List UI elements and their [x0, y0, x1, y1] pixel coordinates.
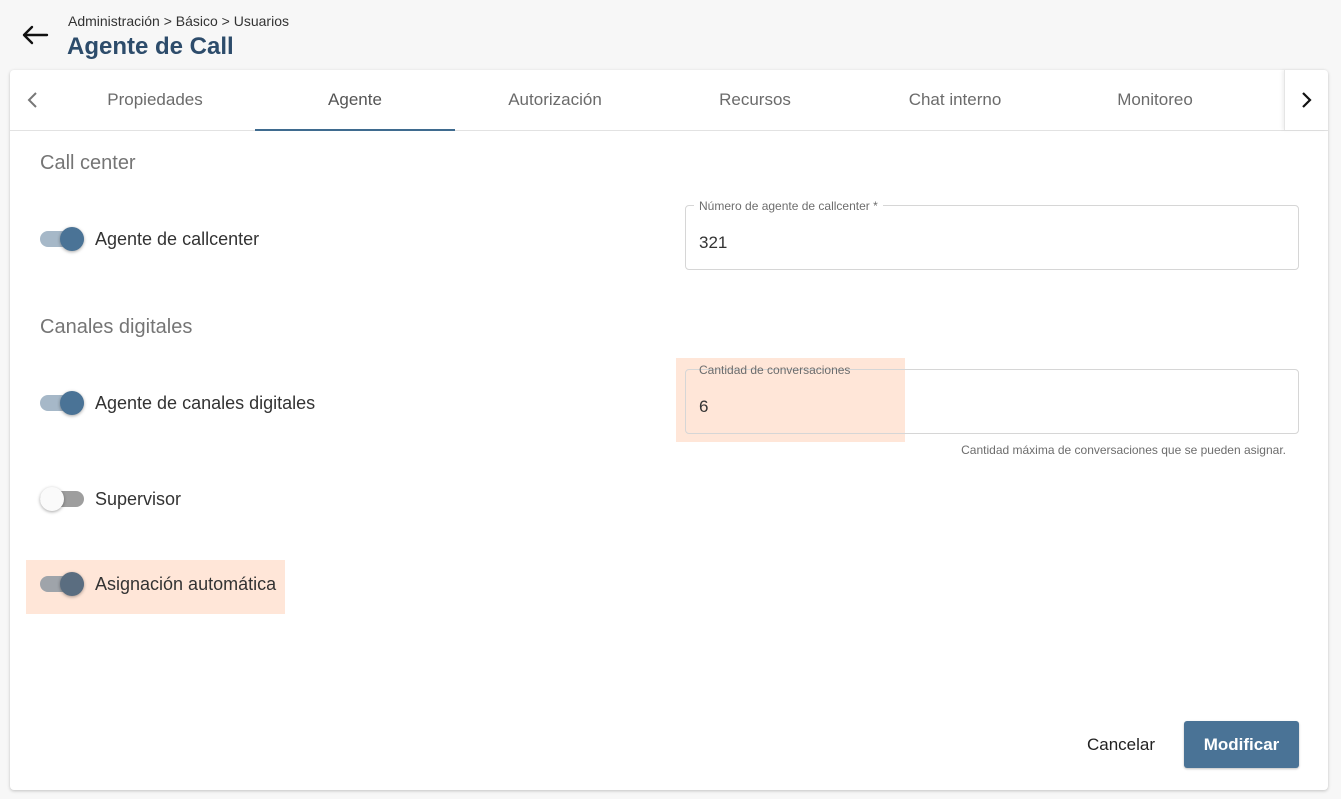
tab-chat-interno[interactable]: Chat interno: [855, 70, 1055, 130]
digital-agent-switch[interactable]: [40, 390, 84, 416]
toggle-callcenter-agent[interactable]: Agente de callcenter: [40, 224, 259, 254]
tab-bar: Propiedades Agente Autorización Recursos…: [10, 70, 1328, 131]
toggle-auto-assign[interactable]: Asignación automática: [40, 569, 276, 599]
section-title-digital: Canales digitales: [40, 316, 193, 338]
tab-recursos[interactable]: Recursos: [655, 70, 855, 130]
page-title: Agente de Call: [67, 33, 234, 60]
breadcrumb: Administración > Básico > Usuarios: [68, 13, 289, 29]
supervisor-switch[interactable]: [40, 486, 84, 512]
tab-next-button[interactable]: [1284, 70, 1328, 130]
modify-button[interactable]: Modificar: [1184, 721, 1299, 768]
back-button[interactable]: [18, 18, 52, 52]
tab-agente[interactable]: Agente: [255, 70, 455, 131]
conversations-input[interactable]: [699, 397, 1279, 417]
tab-monitoreo[interactable]: Monitoreo: [1055, 70, 1255, 130]
chevron-left-icon: [27, 92, 37, 108]
conversations-field[interactable]: Cantidad de conversaciones: [685, 363, 1299, 434]
callcenter-agent-switch[interactable]: [40, 226, 84, 252]
chevron-right-icon: [1301, 92, 1312, 108]
field-label: Número de agente de callcenter *: [694, 199, 883, 213]
tab-autorizacion[interactable]: Autorización: [455, 70, 655, 130]
conversations-hint: Cantidad máxima de conversaciones que se…: [961, 443, 1286, 457]
cancel-button[interactable]: Cancelar: [1066, 722, 1176, 768]
toggle-label: Agente de callcenter: [95, 228, 260, 249]
tab-propiedades[interactable]: Propiedades: [55, 70, 255, 130]
arrow-left-icon: [22, 25, 49, 45]
toggle-supervisor[interactable]: Supervisor: [40, 484, 181, 514]
agent-number-field[interactable]: Número de agente de callcenter *: [685, 199, 1299, 270]
auto-assign-switch[interactable]: [40, 571, 84, 597]
field-label: Cantidad de conversaciones: [699, 363, 851, 377]
section-title-call-center: Call center: [40, 152, 136, 174]
agent-number-input[interactable]: [699, 233, 1279, 253]
toggle-label: Agente de canales digitales: [95, 392, 316, 413]
user-edit-card: Propiedades Agente Autorización Recursos…: [10, 70, 1328, 790]
page: Administración > Básico > Usuarios Agent…: [0, 0, 1341, 799]
toggle-label: Asignación automática: [95, 573, 277, 594]
toggle-label: Supervisor: [95, 488, 182, 509]
toggle-digital-agent[interactable]: Agente de canales digitales: [40, 388, 315, 418]
tab-prev-button[interactable]: [10, 70, 54, 130]
